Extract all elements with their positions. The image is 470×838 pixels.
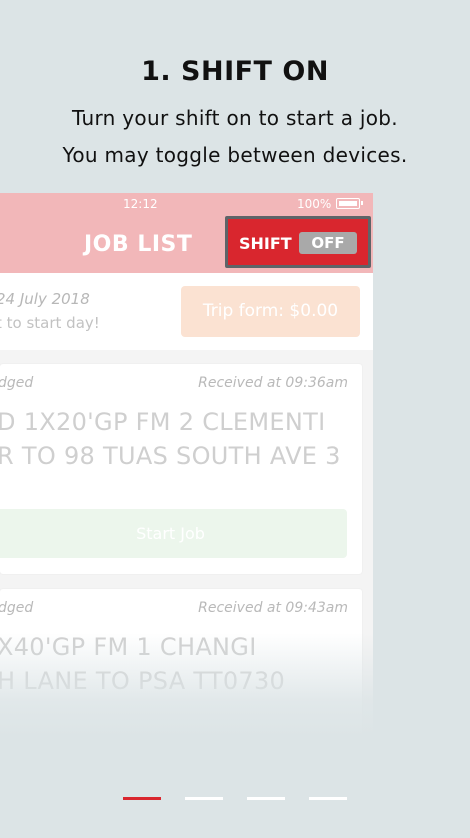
battery-icon [336, 198, 363, 209]
start-job-button[interactable]: Start Job [0, 509, 347, 558]
page-dot-4[interactable] [309, 797, 347, 800]
day-summary: 24 July 2018 t to start day! Trip form: … [0, 273, 373, 350]
job-received-time: Received at 09:43am [198, 600, 348, 616]
job-card[interactable]: dged Received at 09:36am D 1X20'GP FM 2 … [0, 364, 362, 574]
onboarding-subtitle-line1: Turn your shift on to start a job. [72, 106, 398, 130]
phone-preview: 12:12 100% JOB LIST SHIFT OFF 24 July 20… [0, 193, 373, 738]
onboarding-title: 1. SHIFT ON [141, 56, 329, 87]
shift-toggle[interactable]: SHIFT OFF [225, 216, 371, 268]
job-description-line2: R TO 98 TUAS SOUTH AVE 3 [0, 442, 341, 470]
page-title: JOB LIST [84, 232, 193, 257]
job-card[interactable]: dged Received at 09:43am X40'GP FM 1 CHA… [0, 589, 362, 738]
shift-label: SHIFT [239, 234, 292, 253]
onboarding-screen: 1. SHIFT ON Turn your shift on to start … [0, 0, 470, 838]
job-description-line1: X40'GP FM 1 CHANGI [0, 633, 257, 661]
status-bar: 12:12 100% [0, 193, 373, 215]
page-dot-1[interactable] [123, 797, 161, 800]
app-header: JOB LIST SHIFT OFF [0, 215, 373, 273]
page-dot-2[interactable] [185, 797, 223, 800]
job-description-line2: H LANE TO PSA TT0730 [0, 667, 286, 695]
job-received-time: Received at 09:36am [198, 375, 348, 391]
trip-form-button[interactable]: Trip form: $0.00 [181, 286, 360, 337]
shift-state-off[interactable]: OFF [299, 232, 357, 254]
day-date: 24 July 2018 [0, 290, 90, 308]
job-status: dged [0, 375, 34, 391]
job-status: dged [0, 600, 34, 616]
job-description-line1: D 1X20'GP FM 2 CLEMENTI [0, 408, 326, 436]
start-day-prompt: t to start day! [0, 314, 100, 332]
battery-percent: 100% [297, 197, 332, 211]
onboarding-subtitle-line2: You may toggle between devices. [62, 143, 408, 167]
status-time: 12:12 [123, 197, 158, 211]
page-indicator [123, 797, 347, 801]
page-dot-3[interactable] [247, 797, 285, 800]
